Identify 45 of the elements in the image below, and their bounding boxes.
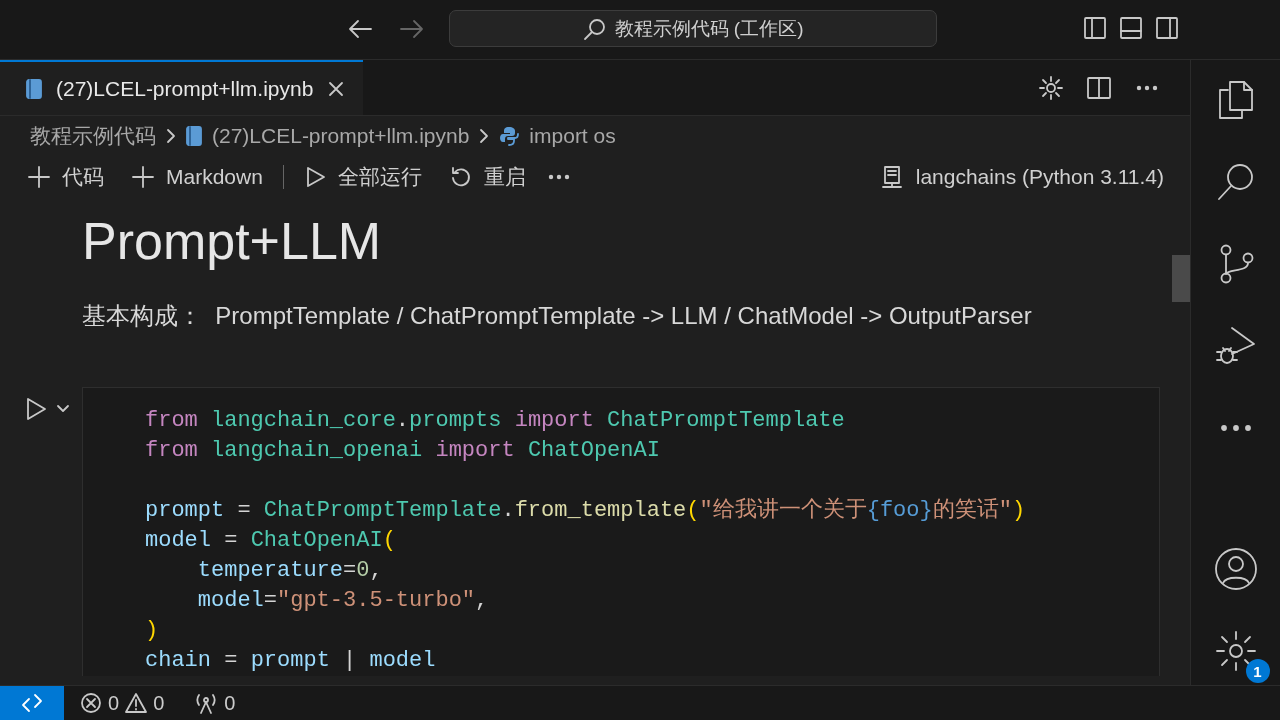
code-line: from langchain_openai import ChatOpenAI <box>145 437 661 465</box>
code-line: chain = prompt | model <box>145 647 437 675</box>
breadcrumb-item[interactable]: import os <box>499 124 616 148</box>
restart-icon <box>449 166 472 188</box>
code-line: from langchain_core.prompts import ChatPromptTemplate <box>145 407 846 435</box>
chevron-right-icon <box>164 127 178 145</box>
toolbar-button[interactable]: Markdown <box>124 161 271 193</box>
notification-badge: 1 <box>1245 659 1270 683</box>
scrollbar-thumb[interactable] <box>1172 255 1190 302</box>
toolbar-button[interactable]: 代码 <box>20 159 112 195</box>
ports-status[interactable]: 0 <box>194 691 236 715</box>
notebook-icon <box>26 78 42 99</box>
close-icon[interactable] <box>327 79 346 98</box>
notebook-icon <box>186 126 202 146</box>
code-line: prompt = ChatPromptTemplate.from_template("给我讲一个关于{foo}的笑话") <box>145 496 1027 525</box>
error-icon <box>80 692 102 714</box>
problems-status[interactable]: 0 0 <box>80 691 165 715</box>
panel-layout-icon[interactable] <box>1119 16 1143 40</box>
search-icon <box>582 16 607 41</box>
toolbar-button[interactable]: 全部运行 <box>295 159 430 195</box>
code-line: temperature=0, <box>196 557 384 585</box>
sidebar-layout-icon[interactable] <box>1083 16 1107 40</box>
plus-icon <box>132 166 154 188</box>
run-cell-icon[interactable] <box>24 397 48 421</box>
remote-icon <box>20 692 44 714</box>
secondary-sidebar-icon[interactable] <box>1155 16 1179 40</box>
split-editor-icon[interactable] <box>1086 74 1112 101</box>
code-line: model="gpt-3.5-turbo", <box>196 587 490 615</box>
server-icon <box>879 165 904 189</box>
editor-tab[interactable]: (27)LCEL-prompt+llm.ipynb <box>0 60 364 115</box>
remote-indicator[interactable] <box>0 686 64 720</box>
plus-icon <box>28 166 50 188</box>
account-icon[interactable] <box>1213 547 1258 591</box>
breadcrumb-item[interactable]: 教程示例代码 <box>30 122 156 150</box>
kernel-picker[interactable]: langchains (Python 3.11.4) <box>871 161 1172 193</box>
markdown-text: 基本构成： PromptTemplate / ChatPromptTemplate -> LLM / ChatModel -> OutputParser <box>82 301 1033 331</box>
warning-icon <box>125 692 148 714</box>
code-line: ) <box>145 617 160 645</box>
breadcrumb-item[interactable]: (27)LCEL-prompt+llm.ipynb <box>186 124 470 148</box>
python-icon <box>499 126 520 146</box>
code-line: model = ChatOpenAI( <box>145 527 397 555</box>
markdown-heading: Prompt+LLM <box>82 211 383 272</box>
toolbar-button[interactable]: 重启 <box>441 159 534 195</box>
settings-icon[interactable] <box>1038 74 1064 101</box>
command-center-search[interactable]: 教程示例代码 (工作区) <box>449 10 937 47</box>
